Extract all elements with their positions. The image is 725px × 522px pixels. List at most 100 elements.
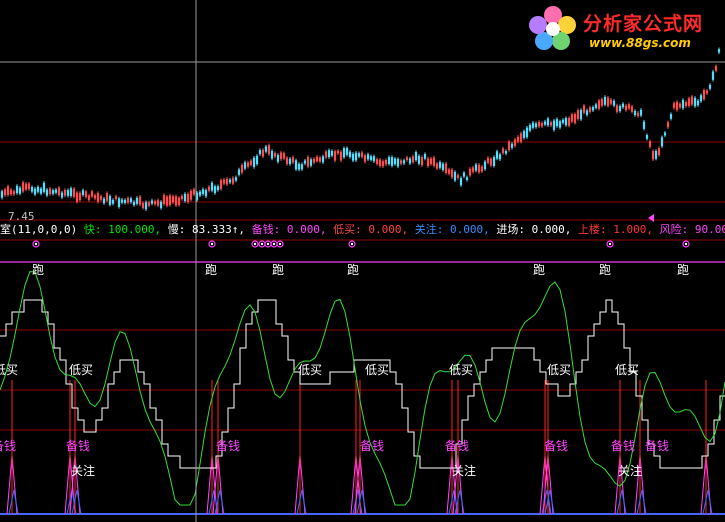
candle-body xyxy=(390,157,394,166)
cursor-marker-icon xyxy=(648,214,654,222)
candle-body xyxy=(579,109,583,120)
candle-body xyxy=(546,118,550,126)
candle-body xyxy=(288,158,292,165)
candle-body xyxy=(60,192,64,198)
prepare-money-signal-label: 备钱 xyxy=(66,439,91,453)
legend-value-5: 进场: 0.000, xyxy=(489,223,572,236)
legend-value-6: 上楼: 1.000, xyxy=(571,223,653,236)
site-logo[interactable]: 分析家公式网 www.88gs.com xyxy=(527,3,725,55)
indicator-name: 室 xyxy=(0,223,11,236)
candle-body xyxy=(18,187,22,194)
signal-ring-dot xyxy=(253,242,257,246)
candle-body xyxy=(69,188,73,196)
candle-body xyxy=(117,198,121,207)
candle-body xyxy=(228,179,232,183)
price-panel xyxy=(0,47,725,211)
candle-body xyxy=(36,186,40,192)
low-buy-signal-label: 低买 xyxy=(615,363,640,377)
run-signal-label: 跑 xyxy=(599,263,612,277)
candle-body xyxy=(276,154,280,162)
legend-value-1: 慢: 83.333↑, xyxy=(161,223,245,236)
prepare-money-signal-label: 备钱 xyxy=(0,439,17,453)
candle-body xyxy=(45,189,49,196)
attention-signal-label: 关注 xyxy=(71,464,96,478)
candle-body xyxy=(594,104,598,108)
legend-value-2: 备钱: 0.000, xyxy=(244,223,327,236)
candle-body xyxy=(711,71,715,80)
candle-body xyxy=(669,114,673,119)
flower-logo-icon xyxy=(529,6,576,50)
low-buy-signal-label: 低买 xyxy=(69,363,94,377)
logo-title: 分析家公式网 xyxy=(583,13,704,35)
candle-body xyxy=(522,131,526,138)
candle-body xyxy=(198,191,202,196)
candle-body xyxy=(54,189,58,193)
candle-body xyxy=(369,156,373,160)
candle-body xyxy=(255,155,259,165)
candle-body xyxy=(144,202,148,210)
candle-body xyxy=(708,84,712,89)
candle-body xyxy=(402,160,406,164)
candle-body xyxy=(108,196,112,205)
candle-body xyxy=(102,198,106,204)
candle-body xyxy=(300,164,304,170)
candle-body xyxy=(243,162,247,169)
candle-body xyxy=(510,143,514,148)
candle-body xyxy=(303,160,307,164)
candle-body xyxy=(345,148,349,155)
candle-body xyxy=(612,100,616,106)
candle-body xyxy=(327,150,331,158)
candle-body xyxy=(237,169,241,175)
candle-body xyxy=(297,163,301,170)
candle-body xyxy=(633,110,637,116)
prepare-money-signal-label: 备钱 xyxy=(645,439,670,453)
candle-body xyxy=(111,199,115,204)
signal-ring-dot xyxy=(684,242,688,246)
legend-value-3: 低买: 0.000, xyxy=(326,223,409,236)
prepare-money-signal-label: 备钱 xyxy=(216,439,241,453)
candle-body xyxy=(603,96,607,105)
logo-url: www.88gs.com xyxy=(589,36,691,50)
candle-body xyxy=(51,190,55,194)
candle-body xyxy=(270,150,274,159)
candle-body xyxy=(534,123,538,128)
candle-body xyxy=(492,157,496,166)
candle-body xyxy=(552,120,556,130)
candle-body xyxy=(561,119,565,123)
candle-body xyxy=(357,153,361,157)
candle-body xyxy=(15,185,19,194)
candle-body xyxy=(372,156,376,162)
candle-body xyxy=(474,164,478,171)
candle-body xyxy=(129,198,133,203)
candle-body xyxy=(483,161,487,170)
attention-signal-label: 关注 xyxy=(452,464,477,478)
candle-body xyxy=(210,182,214,191)
candle-body xyxy=(438,162,442,168)
legend-value-7: 风险: 90.000↓, xyxy=(659,223,725,236)
candle-body xyxy=(558,121,562,128)
candle-body xyxy=(531,122,535,128)
candle-body xyxy=(693,97,697,107)
candle-body xyxy=(696,100,700,106)
candle-body xyxy=(234,177,238,181)
low-buy-signal-label: 低买 xyxy=(547,363,572,377)
candle-body xyxy=(414,152,418,161)
run-signal-label: 跑 xyxy=(347,263,360,277)
signal-ring-dot xyxy=(34,242,38,246)
candle-body xyxy=(0,191,4,198)
candle-body xyxy=(354,152,358,161)
prepare-money-signal-label: 备钱 xyxy=(360,439,385,453)
low-buy-signal-label: 低买 xyxy=(449,363,474,377)
fast-line xyxy=(0,271,725,506)
candle-body xyxy=(66,190,70,196)
candle-body xyxy=(132,201,136,206)
candle-body xyxy=(330,150,334,156)
candle-body xyxy=(417,155,421,164)
candle-body xyxy=(351,153,355,161)
signal-ring-dot xyxy=(260,242,264,246)
candle-body xyxy=(462,172,466,177)
candle-body xyxy=(216,186,220,191)
signal-ring-dot xyxy=(272,242,276,246)
candle-body xyxy=(294,160,298,170)
candle-body xyxy=(459,177,463,186)
